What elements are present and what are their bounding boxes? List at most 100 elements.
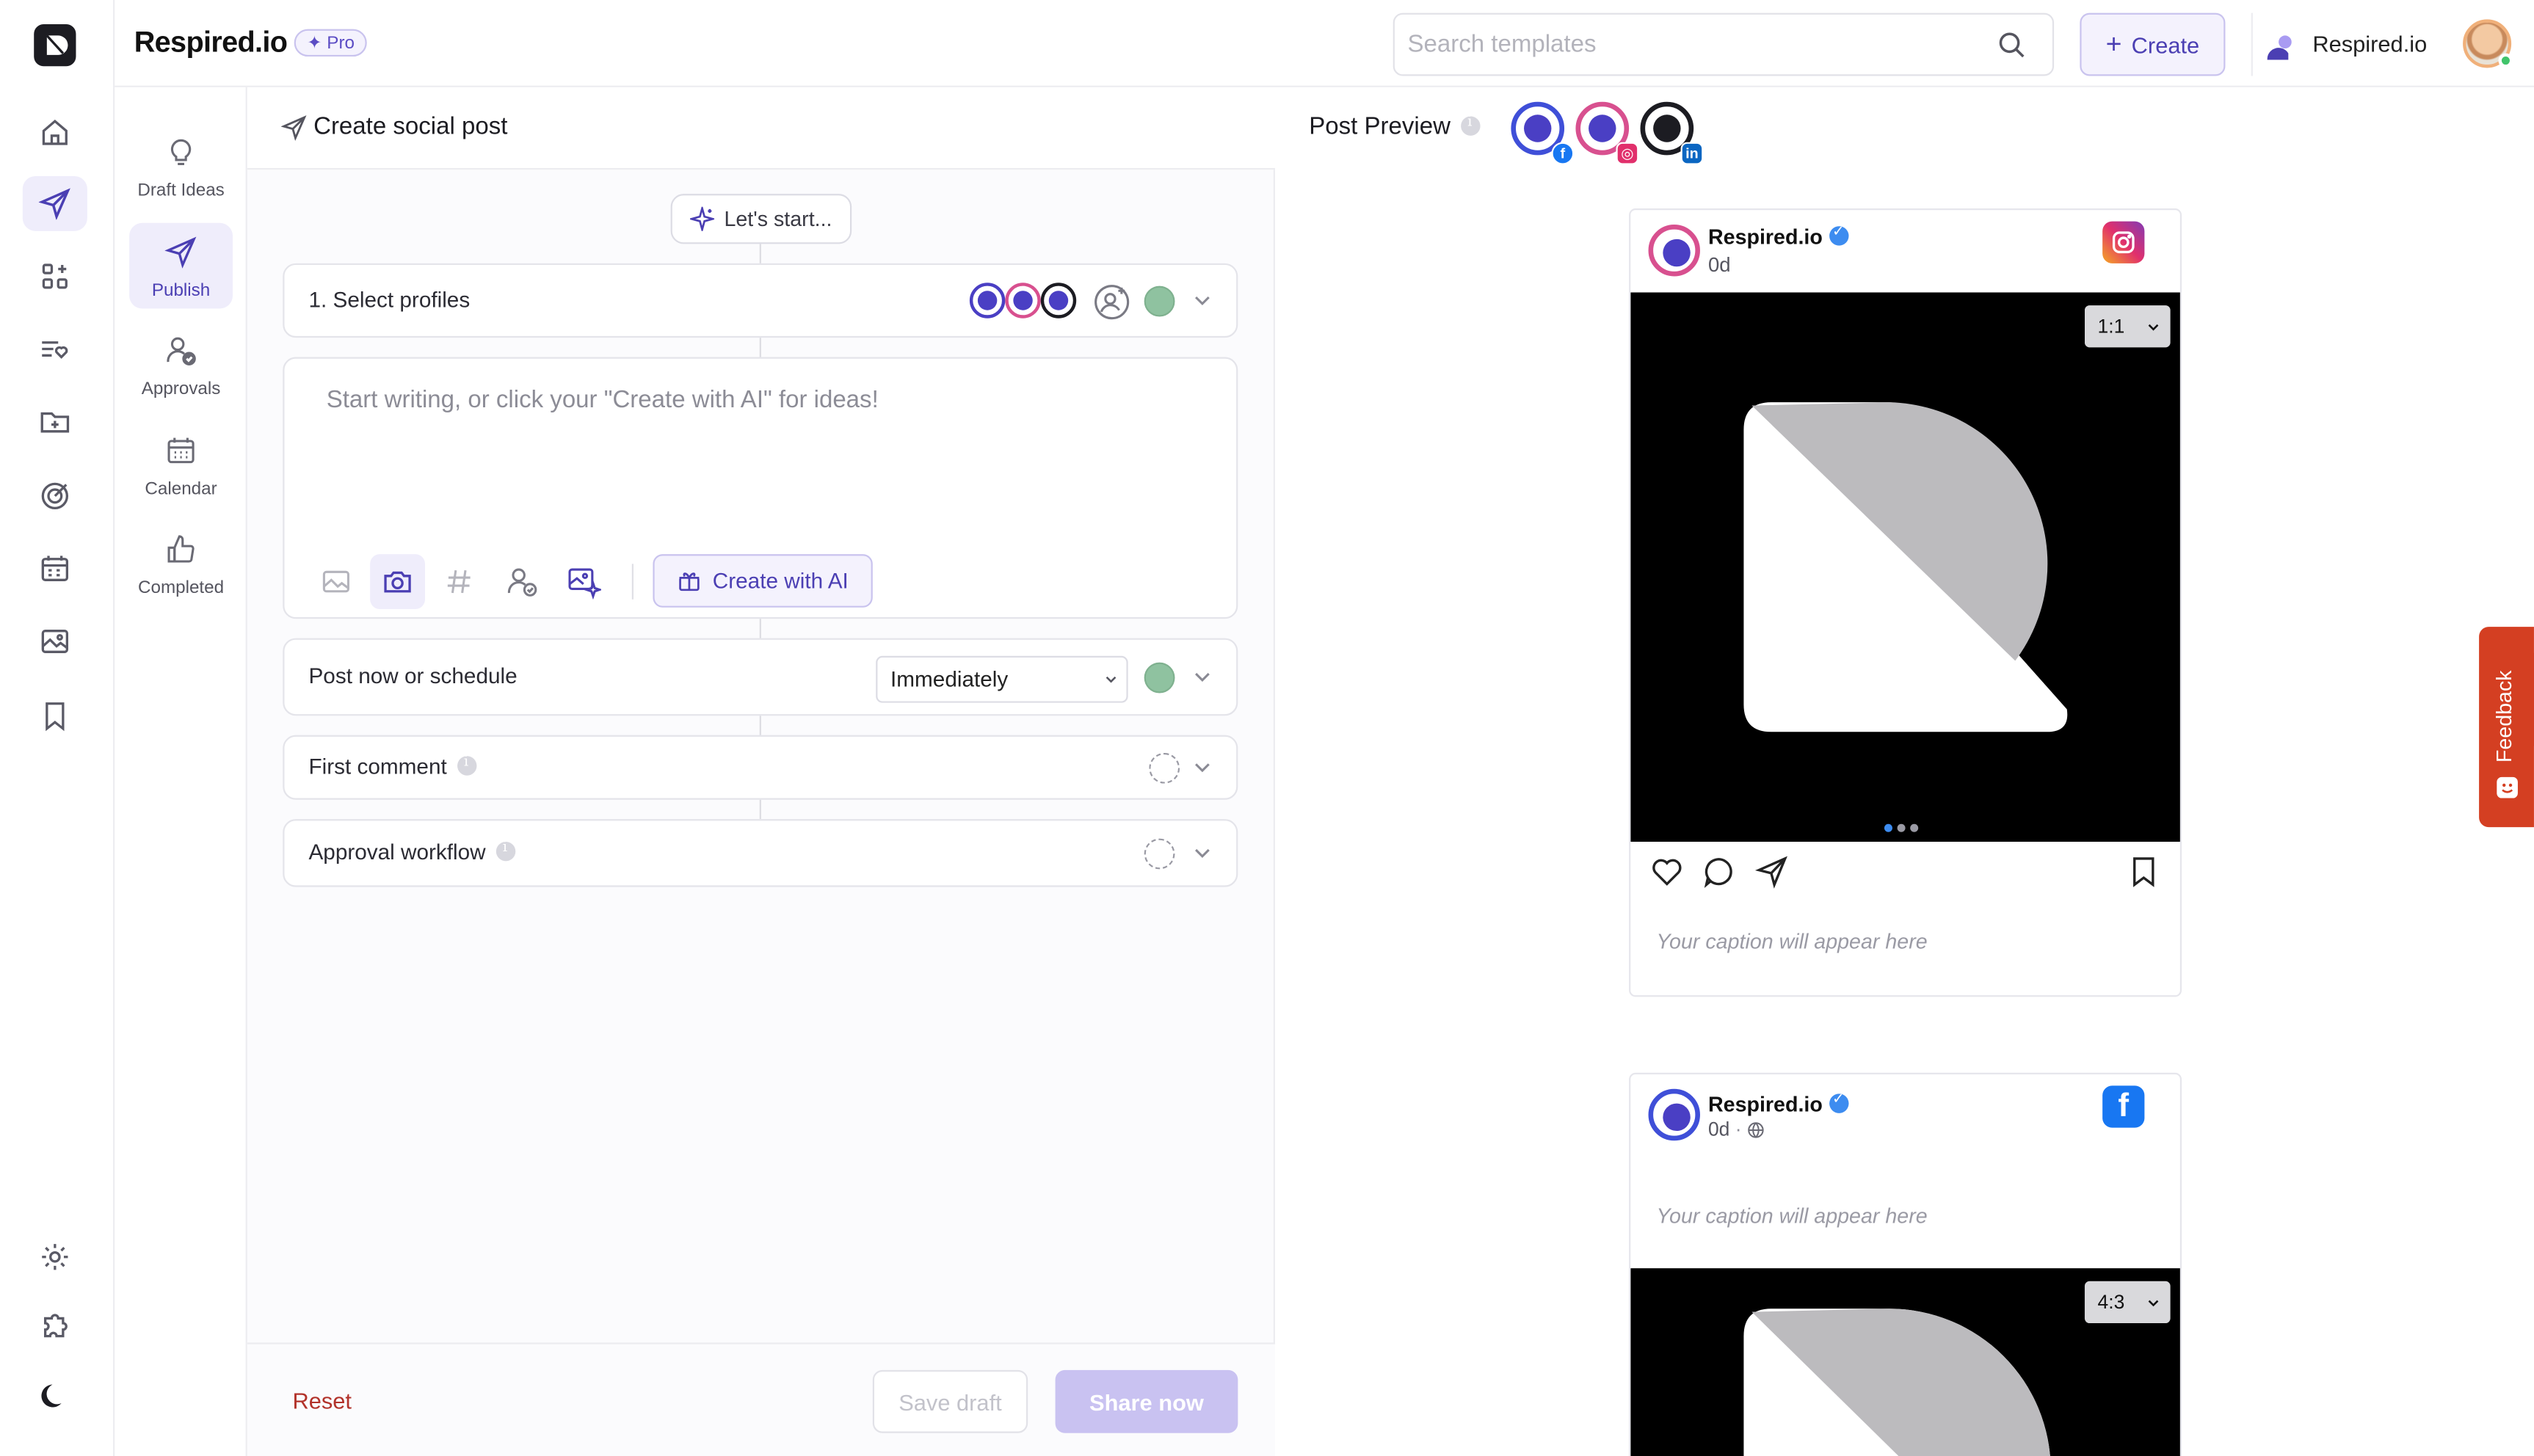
facebook-icon: f bbox=[1551, 142, 1575, 165]
apps-icon[interactable] bbox=[23, 249, 87, 304]
subnav-publish[interactable]: Publish bbox=[129, 222, 233, 309]
post-caption: Your caption will appear here bbox=[1656, 1204, 1928, 1228]
post-time: 0d bbox=[1707, 1118, 1730, 1141]
comment-icon[interactable] bbox=[1702, 855, 1735, 889]
preview-network-linkedin[interactable]: in bbox=[1640, 101, 1704, 165]
post-caption: Your caption will appear here bbox=[1656, 928, 1928, 953]
icon-rail bbox=[0, 0, 115, 1456]
lists-icon[interactable] bbox=[23, 321, 87, 376]
chevron-down-icon[interactable] bbox=[1193, 843, 1212, 862]
bulb-icon bbox=[165, 136, 197, 168]
preview-network-facebook[interactable]: f bbox=[1511, 101, 1575, 165]
post-time-row: 0d · bbox=[1708, 1118, 1765, 1140]
user-check-icon bbox=[165, 335, 197, 367]
home-icon[interactable] bbox=[23, 105, 87, 160]
post-avatar bbox=[1648, 225, 1700, 277]
publish-icon[interactable] bbox=[22, 175, 87, 231]
subnav-label: Draft Ideas bbox=[137, 181, 225, 200]
schedule-select[interactable]: Immediately bbox=[876, 655, 1128, 703]
subnav-label: Calendar bbox=[145, 479, 217, 500]
composer-header: Create social post bbox=[247, 87, 1275, 170]
subnav-calendar[interactable]: Calendar bbox=[129, 422, 233, 508]
thumbs-up-icon bbox=[165, 533, 197, 565]
profile-chip-instagram[interactable] bbox=[1005, 283, 1041, 318]
search-icon[interactable] bbox=[1997, 31, 2027, 60]
approval-workflow-card[interactable]: Approval workflow bbox=[283, 819, 1238, 887]
create-with-ai-button[interactable]: Create with AI bbox=[653, 554, 873, 608]
subnav-label: Completed bbox=[137, 578, 225, 598]
profile-chip-facebook[interactable] bbox=[969, 283, 1006, 318]
tag-user-icon[interactable] bbox=[495, 554, 550, 609]
schedule-value: Immediately bbox=[890, 667, 1009, 692]
aspect-ratio-select[interactable]: 1:1 bbox=[2084, 305, 2171, 348]
chevron-down-icon[interactable] bbox=[1193, 758, 1212, 777]
post-editor-card: Start writing, or click your "Create wit… bbox=[283, 357, 1238, 619]
heart-icon[interactable] bbox=[1650, 855, 1684, 889]
post-avatar bbox=[1648, 1088, 1700, 1141]
app-logo[interactable] bbox=[34, 24, 76, 67]
carousel-dots[interactable] bbox=[1884, 823, 1919, 832]
select-profiles-card[interactable]: 1. Select profiles bbox=[283, 263, 1238, 338]
subnav-approvals[interactable]: Approvals bbox=[129, 321, 233, 407]
preview-network-instagram[interactable]: ◎ bbox=[1575, 101, 1639, 165]
brand-name: Respired.io bbox=[134, 26, 288, 59]
calendar-icon[interactable] bbox=[23, 542, 87, 597]
facebook-icon: f bbox=[2102, 1085, 2145, 1128]
search-box bbox=[1393, 12, 2055, 76]
post-author-name: Respired.io bbox=[1707, 1092, 1823, 1117]
brand-logo-graphic bbox=[1743, 402, 2068, 732]
aspect-ratio-select[interactable]: 4:3 bbox=[2084, 1281, 2171, 1324]
settings-icon[interactable] bbox=[23, 1229, 87, 1284]
share-now-button[interactable]: Share now bbox=[1055, 1369, 1238, 1433]
dark-mode-icon[interactable] bbox=[23, 1369, 87, 1424]
chevron-down-icon[interactable] bbox=[1193, 667, 1212, 686]
status-indicator bbox=[1144, 662, 1175, 694]
account-menu[interactable]: Respired.io bbox=[2251, 12, 2534, 76]
info-icon[interactable] bbox=[495, 840, 515, 862]
info-icon[interactable] bbox=[456, 754, 476, 776]
target-icon[interactable] bbox=[23, 468, 87, 523]
schedule-label: Post now or schedule bbox=[308, 663, 518, 688]
linkedin-icon: in bbox=[1680, 142, 1704, 165]
lets-start-button[interactable]: Let's start... bbox=[670, 194, 852, 244]
aspect-ratio-value: 1:1 bbox=[2097, 315, 2125, 338]
search-input[interactable] bbox=[1394, 14, 1977, 75]
post-preview-title: Post Preview bbox=[1309, 113, 1480, 141]
step-connector bbox=[759, 716, 761, 735]
feedback-tab[interactable]: Feedback bbox=[2479, 627, 2534, 828]
post-time: 0d bbox=[1707, 253, 1731, 277]
folder-add-icon[interactable] bbox=[23, 394, 87, 449]
hashtag-icon[interactable] bbox=[432, 554, 487, 609]
subnav-label: Publish bbox=[151, 281, 211, 301]
account-name: Respired.io bbox=[2312, 30, 2428, 57]
first-comment-card[interactable]: First comment bbox=[283, 735, 1238, 800]
share-icon[interactable] bbox=[1754, 855, 1789, 889]
save-draft-button[interactable]: Save draft bbox=[872, 1369, 1028, 1433]
reset-button[interactable]: Reset bbox=[292, 1388, 352, 1413]
chevron-down-icon[interactable] bbox=[1193, 291, 1212, 310]
ai-image-icon[interactable] bbox=[556, 554, 611, 609]
bookmark-icon[interactable] bbox=[23, 688, 87, 743]
instagram-icon bbox=[2102, 221, 2145, 263]
integrations-icon[interactable] bbox=[23, 1297, 87, 1353]
subnav-completed[interactable]: Completed bbox=[129, 520, 233, 606]
status-indicator bbox=[1144, 285, 1175, 317]
profile-chip-linkedin[interactable] bbox=[1040, 283, 1077, 318]
post-author-row: Respired.io bbox=[1707, 1091, 1849, 1117]
post-text-input[interactable]: Start writing, or click your "Create wit… bbox=[327, 386, 879, 413]
pro-badge: ✦ Pro bbox=[294, 29, 368, 57]
save-post-icon[interactable] bbox=[2128, 855, 2159, 889]
media-icon[interactable] bbox=[23, 614, 87, 669]
first-comment-row: First comment bbox=[308, 754, 476, 779]
subnav-draft-ideas[interactable]: Draft Ideas bbox=[129, 123, 233, 208]
add-profile-icon[interactable] bbox=[1092, 283, 1131, 321]
camera-icon[interactable] bbox=[370, 554, 425, 609]
image-icon[interactable] bbox=[308, 554, 363, 609]
instagram-icon: ◎ bbox=[1616, 142, 1639, 165]
select-chevron-icon bbox=[2146, 1296, 2161, 1311]
composer-footer: Reset Save draft Share now bbox=[247, 1342, 1275, 1456]
info-icon[interactable] bbox=[1460, 114, 1480, 136]
toolbar-divider bbox=[631, 564, 634, 600]
create-button[interactable]: + Create bbox=[2080, 12, 2226, 76]
publish-subnav: Draft Ideas Publish Approvals Calendar C… bbox=[115, 87, 247, 1456]
